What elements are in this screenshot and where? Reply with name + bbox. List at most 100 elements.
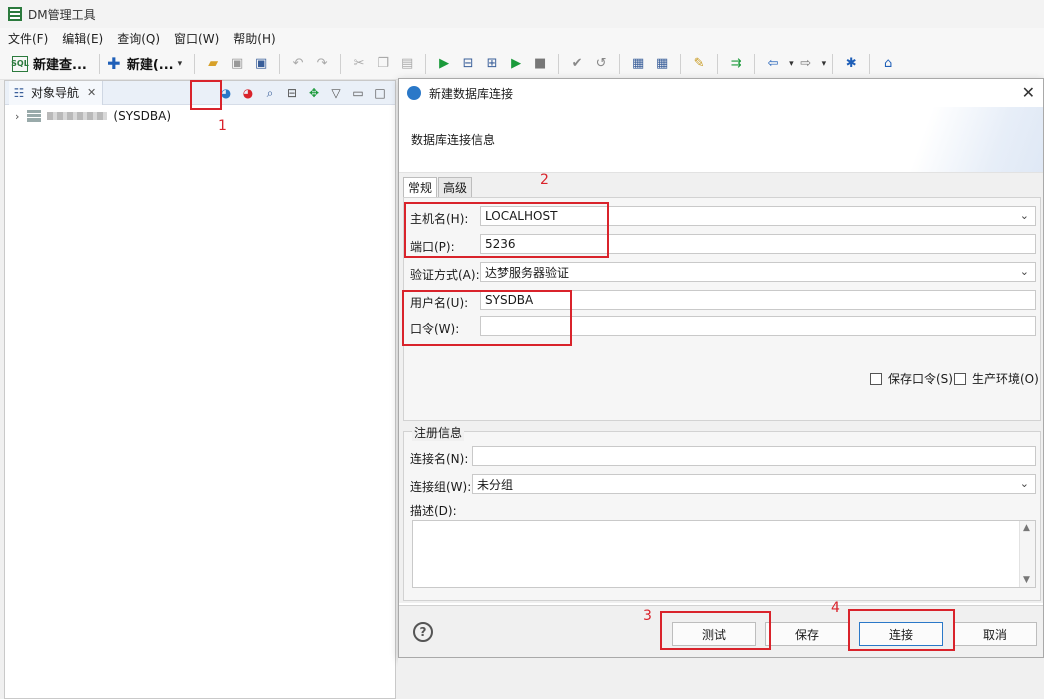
chevron-down-icon[interactable]: ▾ — [789, 59, 794, 69]
scroll-down-icon[interactable]: ▼ — [1023, 575, 1030, 585]
cut-icon[interactable]: ✂ — [351, 56, 367, 72]
copy-icon[interactable]: ❐ — [375, 56, 391, 72]
toolbar-separator — [340, 53, 342, 74]
connection-icon — [407, 86, 421, 100]
menu-edit[interactable]: 编辑(E) — [62, 30, 103, 47]
server-user: (SYSDBA) — [113, 109, 172, 123]
tree-item-server[interactable]: › (SYSDBA) — [15, 109, 171, 123]
cancel-button[interactable]: 取消 — [953, 622, 1037, 646]
run-script-icon[interactable]: ⊞ — [484, 56, 500, 72]
search-icon[interactable]: ⌕ — [261, 84, 279, 102]
chevron-right-icon[interactable]: › — [15, 110, 19, 123]
auth-label: 验证方式(A): — [410, 268, 480, 282]
annotation-number-4: 4 — [831, 600, 840, 616]
close-icon[interactable]: ✕ — [1022, 83, 1035, 102]
open-folder-icon[interactable]: ▰ — [205, 56, 221, 72]
title-bar: DM管理工具 — [0, 0, 1044, 28]
prod-env-checkbox[interactable]: 生产环境(O) — [954, 370, 1039, 387]
toolbar-separator — [194, 53, 196, 74]
tab-advanced[interactable]: 高级 — [438, 177, 473, 197]
toolbar: SQL 新建查... ✚ 新建(... ▾ ▰ ▣ ▣ ↶ ↷ ✂ ❐ ▤ ▶ … — [0, 48, 1044, 80]
object-navigator-pane: ☷ 对象导航 ✕ ◕ ◕ ⌕ ⊟ ✥ ▽ ▭ □ › (SYSDBA) — [4, 80, 396, 699]
toolbar-separator — [717, 53, 719, 74]
chevron-down-icon: ⌄ — [1019, 477, 1029, 490]
debug-icon[interactable]: ✱ — [843, 56, 859, 72]
annotation-number-3: 3 — [643, 608, 652, 624]
undo-icon[interactable]: ↶ — [290, 56, 306, 72]
annotation-number-2: 2 — [540, 172, 549, 188]
app-icon — [8, 7, 22, 21]
prod-env-label: 生产环境(O) — [972, 372, 1039, 386]
paste-icon[interactable]: ▤ — [399, 56, 415, 72]
merge-icon[interactable]: ⇉ — [728, 56, 744, 72]
menu-bar: 文件(F) 编辑(E) 查询(Q) 窗口(W) 帮助(H) — [0, 28, 1044, 48]
redo-icon[interactable]: ↷ — [314, 56, 330, 72]
view-menu-icon[interactable]: ▽ — [327, 84, 345, 102]
save-password-label: 保存口令(S) — [888, 372, 953, 386]
navigator-actions: ◕ ◕ ⌕ ⊟ ✥ ▽ ▭ □ — [213, 84, 389, 102]
chevron-down-icon[interactable]: ▾ — [822, 59, 827, 69]
run-icon[interactable]: ▶ — [436, 56, 452, 72]
toolbar-separator — [619, 53, 621, 74]
auth-select[interactable]: 达梦服务器验证 ⌄ — [480, 262, 1036, 282]
collapse-icon[interactable]: ⊟ — [283, 84, 301, 102]
description-textarea[interactable]: ▲ ▼ — [412, 520, 1036, 588]
help-icon[interactable]: ? — [413, 622, 433, 642]
disconnect-icon[interactable]: ◕ — [239, 84, 257, 102]
plus-icon: ✚ — [107, 54, 121, 73]
chevron-down-icon: ▾ — [177, 58, 183, 69]
toolbar-separator — [754, 53, 756, 74]
conn-group-value: 未分组 — [477, 477, 514, 492]
checkbox[interactable] — [870, 372, 882, 385]
scrollbar[interactable]: ▲ ▼ — [1019, 521, 1035, 587]
new-query-button[interactable]: SQL 新建查... — [11, 52, 87, 76]
toolbar-separator — [869, 53, 871, 74]
minimize-icon[interactable]: ▭ — [349, 84, 367, 102]
conn-group-label: 连接组(W): — [410, 480, 472, 494]
annotation-box-2 — [404, 202, 609, 258]
menu-window[interactable]: 窗口(W) — [174, 30, 219, 47]
dialog-title-bar: 新建数据库连接 ✕ — [399, 79, 1043, 107]
run-selected-icon[interactable]: ▶ — [508, 56, 524, 72]
plan-icon[interactable]: ▦ — [654, 56, 670, 72]
checkbox[interactable] — [954, 372, 966, 385]
dialog-subtitle: 数据库连接信息 — [411, 133, 496, 147]
run-step-icon[interactable]: ⊟ — [460, 56, 476, 72]
database-icon — [27, 110, 42, 122]
forward-icon[interactable]: ⇨ — [798, 56, 814, 72]
save-button[interactable]: 保存 — [765, 622, 849, 646]
save-all-icon[interactable]: ▣ — [253, 56, 269, 72]
home-icon[interactable]: ⌂ — [880, 56, 896, 72]
scroll-up-icon[interactable]: ▲ — [1023, 523, 1030, 533]
register-info-title: 注册信息 — [412, 424, 465, 441]
expand-icon[interactable]: ✥ — [305, 84, 323, 102]
chevron-down-icon: ⌄ — [1019, 209, 1029, 222]
maximize-icon[interactable]: □ — [371, 84, 389, 102]
rollback-icon[interactable]: ↺ — [593, 56, 609, 72]
chevron-down-icon: ⌄ — [1019, 265, 1029, 278]
conn-group-select[interactable]: 未分组 ⌄ — [472, 474, 1036, 494]
format-icon[interactable]: ✎ — [691, 56, 707, 72]
tab-object-navigator[interactable]: ☷ 对象导航 ✕ — [9, 80, 104, 105]
dialog-title: 新建数据库连接 — [429, 86, 514, 101]
description-label: 描述(D): — [410, 504, 457, 518]
menu-query[interactable]: 查询(Q) — [117, 30, 160, 47]
conn-name-input[interactable] — [472, 446, 1036, 466]
new-button[interactable]: ✚ 新建(... ▾ — [106, 52, 182, 76]
save-icon[interactable]: ▣ — [229, 56, 245, 72]
stop-icon[interactable]: ■ — [532, 56, 548, 72]
new-query-label: 新建查... — [33, 58, 87, 73]
menu-help[interactable]: 帮助(H) — [233, 30, 275, 47]
close-icon[interactable]: ✕ — [87, 86, 96, 99]
annotation-box-4 — [848, 609, 955, 651]
back-icon[interactable]: ⇦ — [765, 56, 781, 72]
tab-label: 对象导航 — [31, 86, 80, 100]
commit-icon[interactable]: ✔ — [569, 56, 585, 72]
tab-general[interactable]: 常规 — [403, 177, 438, 197]
toolbar-separator — [425, 53, 427, 74]
save-password-checkbox[interactable]: 保存口令(S) — [870, 370, 953, 387]
annotation-number-1: 1 — [218, 118, 227, 134]
auth-value: 达梦服务器验证 — [485, 265, 570, 280]
menu-file[interactable]: 文件(F) — [8, 30, 48, 47]
explain-icon[interactable]: ▦ — [630, 56, 646, 72]
